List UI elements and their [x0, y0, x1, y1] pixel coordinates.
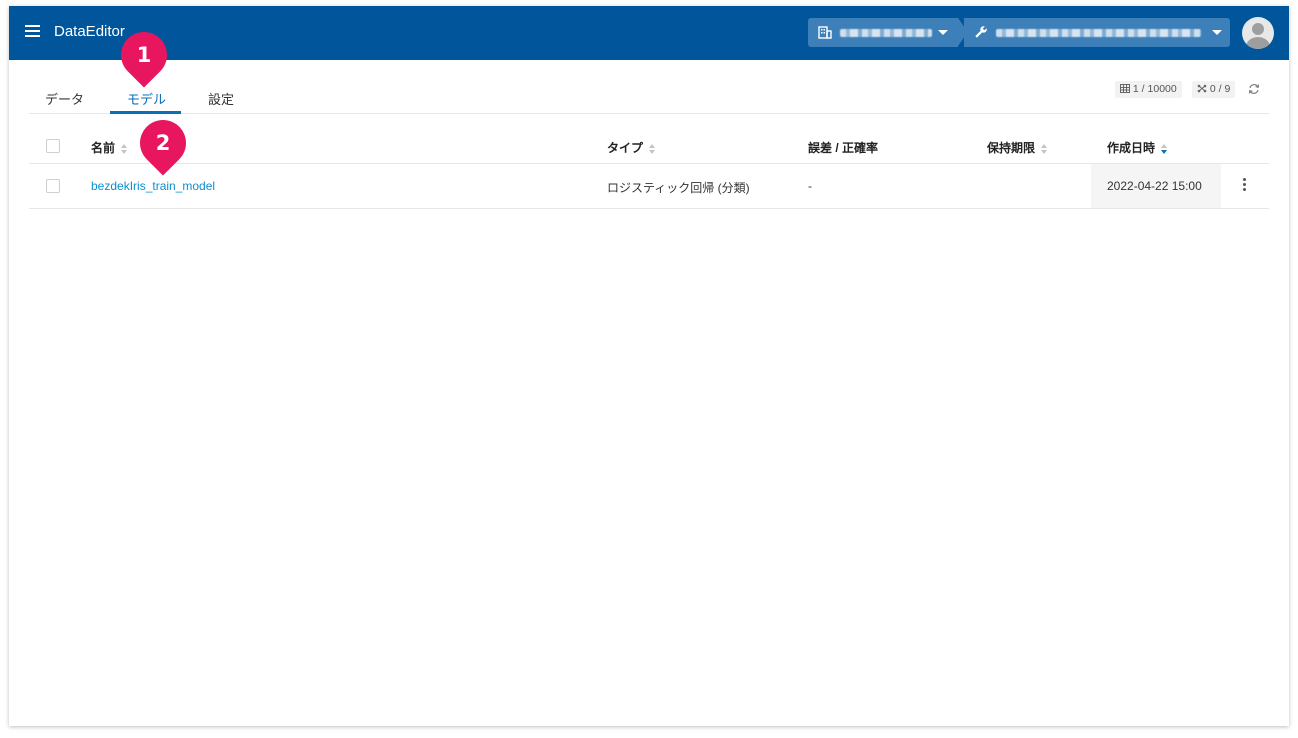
model-created: 2022-04-22 15:00	[1107, 179, 1202, 193]
tab-data[interactable]: データ	[45, 89, 84, 108]
row-checkbox[interactable]	[46, 179, 60, 193]
app-window: DataEditor データ モデル 設定 1 / 10000 0 / 9 名前…	[9, 6, 1289, 726]
chevron-down-icon	[938, 30, 948, 35]
select-all-checkbox[interactable]	[46, 139, 60, 153]
column-header-type[interactable]: タイプ	[607, 139, 657, 156]
building-icon	[818, 26, 832, 39]
model-count-badge: 0 / 9	[1192, 81, 1236, 98]
tab-settings[interactable]: 設定	[208, 89, 234, 108]
table-header: 名前 タイプ 誤差 / 正確率 保持期限 作成日時	[29, 128, 1269, 164]
table-icon	[1120, 84, 1130, 93]
tab-model[interactable]: モデル	[127, 89, 166, 108]
model-icon	[1197, 84, 1207, 93]
table-row[interactable]: bezdekIris_train_model ロジスティック回帰 (分類) - …	[29, 164, 1269, 209]
chevron-down-icon	[1212, 30, 1222, 35]
sort-icon[interactable]	[1041, 143, 1049, 154]
model-count: 0 / 9	[1209, 83, 1231, 95]
row-count: 1 / 10000	[1132, 83, 1177, 95]
column-header-retention[interactable]: 保持期限	[987, 139, 1049, 156]
model-error-accuracy: -	[808, 179, 812, 193]
callout-number-1: 1	[136, 43, 152, 67]
more-options-icon[interactable]	[1241, 178, 1247, 192]
row-count-badge: 1 / 10000	[1115, 81, 1182, 98]
wrench-icon	[975, 26, 987, 38]
project-selector[interactable]	[964, 18, 1230, 47]
organization-name-blurred	[840, 29, 932, 37]
active-tab-indicator	[110, 111, 181, 114]
refresh-icon[interactable]	[1248, 83, 1260, 95]
sort-desc-icon[interactable]	[1161, 143, 1169, 154]
column-header-name[interactable]: 名前	[91, 139, 129, 156]
model-type: ロジスティック回帰 (分類)	[607, 181, 750, 195]
app-title: DataEditor	[54, 23, 125, 40]
project-name-blurred	[996, 29, 1201, 37]
tab-bar: データ モデル 設定	[29, 78, 1269, 114]
model-name-link[interactable]: bezdekIris_train_model	[91, 179, 215, 193]
sort-icon[interactable]	[649, 143, 657, 154]
sort-icon[interactable]	[121, 143, 129, 154]
column-header-error-accuracy: 誤差 / 正確率	[808, 141, 879, 155]
callout-number-2: 2	[155, 131, 171, 155]
top-bar: DataEditor	[9, 6, 1289, 60]
hamburger-menu-icon[interactable]	[25, 25, 40, 39]
column-header-created[interactable]: 作成日時	[1107, 139, 1169, 156]
organization-selector[interactable]	[808, 18, 968, 47]
user-avatar[interactable]	[1242, 17, 1274, 49]
